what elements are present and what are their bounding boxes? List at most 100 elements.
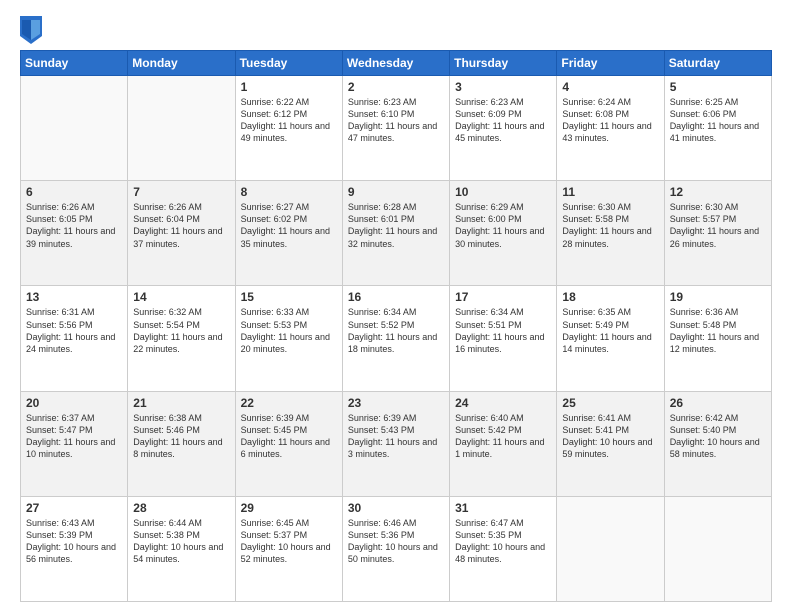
day-number: 23 — [348, 396, 444, 410]
day-number: 6 — [26, 185, 122, 199]
day-number: 1 — [241, 80, 337, 94]
day-number: 11 — [562, 185, 658, 199]
calendar-cell: 9 Sunrise: 6:28 AM Sunset: 6:01 PM Daylig… — [342, 181, 449, 286]
day-info: Sunrise: 6:46 AM Sunset: 5:36 PM Dayligh… — [348, 517, 444, 566]
calendar-cell: 26Sunrise: 6:42 AM Sunset: 5:40 PM Dayli… — [664, 391, 771, 496]
day-info: Sunrise: 6:34 AM Sunset: 5:51 PM Dayligh… — [455, 306, 551, 355]
day-number: 10 — [455, 185, 551, 199]
calendar-cell — [557, 496, 664, 601]
day-info: Sunrise: 6:25 AM Sunset: 6:06 PM Dayligh… — [670, 96, 766, 145]
day-info: Sunrise: 6:27 AM Sunset: 6:02 PM Dayligh… — [241, 201, 337, 250]
day-info: Sunrise: 6:36 AM Sunset: 5:48 PM Dayligh… — [670, 306, 766, 355]
logo — [20, 16, 46, 44]
calendar-cell: 31Sunrise: 6:47 AM Sunset: 5:35 PM Dayli… — [450, 496, 557, 601]
day-info: Sunrise: 6:26 AM Sunset: 6:05 PM Dayligh… — [26, 201, 122, 250]
weekday-header-monday: Monday — [128, 51, 235, 76]
day-info: Sunrise: 6:34 AM Sunset: 5:52 PM Dayligh… — [348, 306, 444, 355]
day-number: 9 — [348, 185, 444, 199]
calendar-cell: 23 Sunrise: 6:39 AM Sunset: 5:43 PM Dayli… — [342, 391, 449, 496]
calendar-cell: 21 Sunrise: 6:38 AM Sunset: 5:46 PM Dayli… — [128, 391, 235, 496]
day-number: 14 — [133, 290, 229, 304]
day-info: Sunrise: 6:31 AM Sunset: 5:56 PM Dayligh… — [26, 306, 122, 355]
week-row-3: 13 Sunrise: 6:31 AM Sunset: 5:56 PM Dayli… — [21, 286, 772, 391]
calendar-cell: 2 Sunrise: 6:23 AM Sunset: 6:10 PM Daylig… — [342, 76, 449, 181]
calendar-cell: 11 Sunrise: 6:30 AM Sunset: 5:58 PM Dayli… — [557, 181, 664, 286]
day-info: Sunrise: 6:37 AM Sunset: 5:47 PM Dayligh… — [26, 412, 122, 461]
header — [20, 16, 772, 44]
day-number: 5 — [670, 80, 766, 94]
day-number: 16 — [348, 290, 444, 304]
day-number: 28 — [133, 501, 229, 515]
calendar-cell: 16 Sunrise: 6:34 AM Sunset: 5:52 PM Dayli… — [342, 286, 449, 391]
calendar-cell: 13 Sunrise: 6:31 AM Sunset: 5:56 PM Dayli… — [21, 286, 128, 391]
calendar-cell: 4 Sunrise: 6:24 AM Sunset: 6:08 PM Daylig… — [557, 76, 664, 181]
day-number: 27 — [26, 501, 122, 515]
day-info: Sunrise: 6:26 AM Sunset: 6:04 PM Dayligh… — [133, 201, 229, 250]
calendar-cell: 27Sunrise: 6:43 AM Sunset: 5:39 PM Dayli… — [21, 496, 128, 601]
day-info: Sunrise: 6:38 AM Sunset: 5:46 PM Dayligh… — [133, 412, 229, 461]
calendar-cell: 3 Sunrise: 6:23 AM Sunset: 6:09 PM Daylig… — [450, 76, 557, 181]
day-info: Sunrise: 6:29 AM Sunset: 6:00 PM Dayligh… — [455, 201, 551, 250]
calendar-cell: 12 Sunrise: 6:30 AM Sunset: 5:57 PM Dayli… — [664, 181, 771, 286]
weekday-header-saturday: Saturday — [664, 51, 771, 76]
week-row-4: 20 Sunrise: 6:37 AM Sunset: 5:47 PM Dayli… — [21, 391, 772, 496]
day-info: Sunrise: 6:23 AM Sunset: 6:09 PM Dayligh… — [455, 96, 551, 145]
day-info: Sunrise: 6:39 AM Sunset: 5:45 PM Dayligh… — [241, 412, 337, 461]
day-info: Sunrise: 6:32 AM Sunset: 5:54 PM Dayligh… — [133, 306, 229, 355]
calendar-cell: 29 Sunrise: 6:45 AM Sunset: 5:37 PM Dayli… — [235, 496, 342, 601]
day-number: 8 — [241, 185, 337, 199]
calendar-cell — [128, 76, 235, 181]
day-info: Sunrise: 6:35 AM Sunset: 5:49 PM Dayligh… — [562, 306, 658, 355]
calendar-cell: 25Sunrise: 6:41 AM Sunset: 5:41 PM Dayli… — [557, 391, 664, 496]
day-info: Sunrise: 6:23 AM Sunset: 6:10 PM Dayligh… — [348, 96, 444, 145]
calendar-cell: 5 Sunrise: 6:25 AM Sunset: 6:06 PM Daylig… — [664, 76, 771, 181]
day-info: Sunrise: 6:22 AM Sunset: 6:12 PM Dayligh… — [241, 96, 337, 145]
page: SundayMondayTuesdayWednesdayThursdayFrid… — [0, 0, 792, 612]
day-info: Sunrise: 6:39 AM Sunset: 5:43 PM Dayligh… — [348, 412, 444, 461]
day-number: 24 — [455, 396, 551, 410]
day-number: 19 — [670, 290, 766, 304]
weekday-header-sunday: Sunday — [21, 51, 128, 76]
calendar-cell: 14 Sunrise: 6:32 AM Sunset: 5:54 PM Dayli… — [128, 286, 235, 391]
day-info: Sunrise: 6:44 AM Sunset: 5:38 PM Dayligh… — [133, 517, 229, 566]
weekday-header-row: SundayMondayTuesdayWednesdayThursdayFrid… — [21, 51, 772, 76]
day-number: 15 — [241, 290, 337, 304]
day-info: Sunrise: 6:40 AM Sunset: 5:42 PM Dayligh… — [455, 412, 551, 461]
day-info: Sunrise: 6:30 AM Sunset: 5:57 PM Dayligh… — [670, 201, 766, 250]
day-info: Sunrise: 6:41 AM Sunset: 5:41 PM Dayligh… — [562, 412, 658, 461]
calendar-cell — [664, 496, 771, 601]
day-info: Sunrise: 6:30 AM Sunset: 5:58 PM Dayligh… — [562, 201, 658, 250]
day-number: 12 — [670, 185, 766, 199]
day-number: 26 — [670, 396, 766, 410]
calendar-cell: 7Sunrise: 6:26 AM Sunset: 6:04 PM Daylig… — [128, 181, 235, 286]
day-number: 29 — [241, 501, 337, 515]
day-number: 21 — [133, 396, 229, 410]
week-row-1: 1 Sunrise: 6:22 AM Sunset: 6:12 PM Daylig… — [21, 76, 772, 181]
calendar-cell: 15 Sunrise: 6:33 AM Sunset: 5:53 PM Dayli… — [235, 286, 342, 391]
logo-icon — [20, 16, 42, 44]
day-number: 31 — [455, 501, 551, 515]
day-number: 17 — [455, 290, 551, 304]
day-info: Sunrise: 6:28 AM Sunset: 6:01 PM Dayligh… — [348, 201, 444, 250]
day-info: Sunrise: 6:33 AM Sunset: 5:53 PM Dayligh… — [241, 306, 337, 355]
calendar-cell: 17 Sunrise: 6:34 AM Sunset: 5:51 PM Dayli… — [450, 286, 557, 391]
day-number: 13 — [26, 290, 122, 304]
week-row-2: 6 Sunrise: 6:26 AM Sunset: 6:05 PM Daylig… — [21, 181, 772, 286]
calendar-cell: 18Sunrise: 6:35 AM Sunset: 5:49 PM Dayli… — [557, 286, 664, 391]
day-number: 4 — [562, 80, 658, 94]
weekday-header-thursday: Thursday — [450, 51, 557, 76]
calendar-cell: 1 Sunrise: 6:22 AM Sunset: 6:12 PM Daylig… — [235, 76, 342, 181]
calendar-cell: 20 Sunrise: 6:37 AM Sunset: 5:47 PM Dayli… — [21, 391, 128, 496]
calendar-cell: 8 Sunrise: 6:27 AM Sunset: 6:02 PM Daylig… — [235, 181, 342, 286]
calendar-cell: 6 Sunrise: 6:26 AM Sunset: 6:05 PM Daylig… — [21, 181, 128, 286]
day-number: 22 — [241, 396, 337, 410]
calendar-table: SundayMondayTuesdayWednesdayThursdayFrid… — [20, 50, 772, 602]
day-number: 3 — [455, 80, 551, 94]
day-info: Sunrise: 6:24 AM Sunset: 6:08 PM Dayligh… — [562, 96, 658, 145]
day-number: 20 — [26, 396, 122, 410]
weekday-header-wednesday: Wednesday — [342, 51, 449, 76]
day-number: 30 — [348, 501, 444, 515]
day-info: Sunrise: 6:45 AM Sunset: 5:37 PM Dayligh… — [241, 517, 337, 566]
calendar-cell: 10 Sunrise: 6:29 AM Sunset: 6:00 PM Dayli… — [450, 181, 557, 286]
day-number: 2 — [348, 80, 444, 94]
